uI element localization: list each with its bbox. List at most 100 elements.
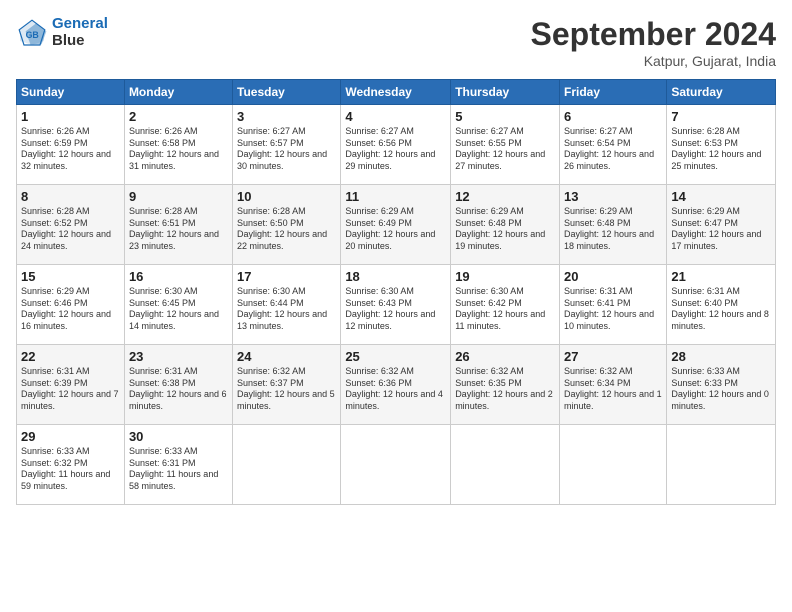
calendar-cell: 10 Sunrise: 6:28 AM Sunset: 6:50 PM Dayl… <box>233 185 341 265</box>
day-number: 24 <box>237 349 336 364</box>
calendar-cell <box>667 425 776 505</box>
calendar-header-tuesday: Tuesday <box>233 80 341 105</box>
day-number: 20 <box>564 269 662 284</box>
calendar-cell: 4 Sunrise: 6:27 AM Sunset: 6:56 PM Dayli… <box>341 105 451 185</box>
calendar-cell: 17 Sunrise: 6:30 AM Sunset: 6:44 PM Dayl… <box>233 265 341 345</box>
calendar-cell: 11 Sunrise: 6:29 AM Sunset: 6:49 PM Dayl… <box>341 185 451 265</box>
svg-text:GB: GB <box>26 29 39 39</box>
day-info: Sunrise: 6:33 AM Sunset: 6:31 PM Dayligh… <box>129 446 228 493</box>
day-info: Sunrise: 6:28 AM Sunset: 6:50 PM Dayligh… <box>237 206 336 253</box>
calendar-header-monday: Monday <box>124 80 232 105</box>
day-info: Sunrise: 6:27 AM Sunset: 6:57 PM Dayligh… <box>237 126 336 173</box>
calendar-cell: 9 Sunrise: 6:28 AM Sunset: 6:51 PM Dayli… <box>124 185 232 265</box>
day-info: Sunrise: 6:33 AM Sunset: 6:32 PM Dayligh… <box>21 446 120 493</box>
logo-icon: GB <box>16 17 48 49</box>
calendar-cell: 24 Sunrise: 6:32 AM Sunset: 6:37 PM Dayl… <box>233 345 341 425</box>
logo-text1: General <box>52 15 108 32</box>
day-info: Sunrise: 6:29 AM Sunset: 6:46 PM Dayligh… <box>21 286 120 333</box>
calendar-week-row: 8 Sunrise: 6:28 AM Sunset: 6:52 PM Dayli… <box>17 185 776 265</box>
calendar-cell: 26 Sunrise: 6:32 AM Sunset: 6:35 PM Dayl… <box>451 345 560 425</box>
day-number: 17 <box>237 269 336 284</box>
day-info: Sunrise: 6:28 AM Sunset: 6:53 PM Dayligh… <box>671 126 771 173</box>
day-info: Sunrise: 6:26 AM Sunset: 6:58 PM Dayligh… <box>129 126 228 173</box>
day-number: 9 <box>129 189 228 204</box>
day-info: Sunrise: 6:32 AM Sunset: 6:37 PM Dayligh… <box>237 366 336 413</box>
day-info: Sunrise: 6:32 AM Sunset: 6:35 PM Dayligh… <box>455 366 555 413</box>
calendar: SundayMondayTuesdayWednesdayThursdayFrid… <box>16 79 776 505</box>
calendar-cell: 30 Sunrise: 6:33 AM Sunset: 6:31 PM Dayl… <box>124 425 232 505</box>
calendar-week-row: 22 Sunrise: 6:31 AM Sunset: 6:39 PM Dayl… <box>17 345 776 425</box>
day-info: Sunrise: 6:32 AM Sunset: 6:36 PM Dayligh… <box>345 366 446 413</box>
calendar-cell <box>233 425 341 505</box>
day-number: 28 <box>671 349 771 364</box>
calendar-cell: 23 Sunrise: 6:31 AM Sunset: 6:38 PM Dayl… <box>124 345 232 425</box>
day-number: 19 <box>455 269 555 284</box>
calendar-cell: 16 Sunrise: 6:30 AM Sunset: 6:45 PM Dayl… <box>124 265 232 345</box>
day-info: Sunrise: 6:27 AM Sunset: 6:56 PM Dayligh… <box>345 126 446 173</box>
day-number: 22 <box>21 349 120 364</box>
day-info: Sunrise: 6:31 AM Sunset: 6:40 PM Dayligh… <box>671 286 771 333</box>
calendar-cell: 12 Sunrise: 6:29 AM Sunset: 6:48 PM Dayl… <box>451 185 560 265</box>
day-number: 30 <box>129 429 228 444</box>
day-number: 2 <box>129 109 228 124</box>
calendar-cell: 19 Sunrise: 6:30 AM Sunset: 6:42 PM Dayl… <box>451 265 560 345</box>
logo-text2: Blue <box>52 32 85 49</box>
day-number: 21 <box>671 269 771 284</box>
calendar-header-friday: Friday <box>560 80 667 105</box>
day-info: Sunrise: 6:30 AM Sunset: 6:44 PM Dayligh… <box>237 286 336 333</box>
calendar-header-thursday: Thursday <box>451 80 560 105</box>
day-number: 29 <box>21 429 120 444</box>
calendar-cell: 22 Sunrise: 6:31 AM Sunset: 6:39 PM Dayl… <box>17 345 125 425</box>
day-number: 27 <box>564 349 662 364</box>
day-number: 14 <box>671 189 771 204</box>
calendar-header-row: SundayMondayTuesdayWednesdayThursdayFrid… <box>17 80 776 105</box>
day-info: Sunrise: 6:31 AM Sunset: 6:39 PM Dayligh… <box>21 366 120 413</box>
day-number: 6 <box>564 109 662 124</box>
day-info: Sunrise: 6:29 AM Sunset: 6:47 PM Dayligh… <box>671 206 771 253</box>
calendar-header-saturday: Saturday <box>667 80 776 105</box>
calendar-header-wednesday: Wednesday <box>341 80 451 105</box>
day-info: Sunrise: 6:29 AM Sunset: 6:48 PM Dayligh… <box>564 206 662 253</box>
day-number: 23 <box>129 349 228 364</box>
calendar-week-row: 15 Sunrise: 6:29 AM Sunset: 6:46 PM Dayl… <box>17 265 776 345</box>
day-info: Sunrise: 6:30 AM Sunset: 6:45 PM Dayligh… <box>129 286 228 333</box>
day-number: 13 <box>564 189 662 204</box>
day-info: Sunrise: 6:27 AM Sunset: 6:55 PM Dayligh… <box>455 126 555 173</box>
calendar-cell: 13 Sunrise: 6:29 AM Sunset: 6:48 PM Dayl… <box>560 185 667 265</box>
day-number: 18 <box>345 269 446 284</box>
title-block: September 2024 Katpur, Gujarat, India <box>531 16 776 69</box>
header: GB General Blue September 2024 Katpur, G… <box>16 16 776 69</box>
calendar-cell: 29 Sunrise: 6:33 AM Sunset: 6:32 PM Dayl… <box>17 425 125 505</box>
month-title: September 2024 <box>531 16 776 53</box>
calendar-cell <box>341 425 451 505</box>
calendar-cell <box>560 425 667 505</box>
day-info: Sunrise: 6:30 AM Sunset: 6:43 PM Dayligh… <box>345 286 446 333</box>
calendar-cell: 7 Sunrise: 6:28 AM Sunset: 6:53 PM Dayli… <box>667 105 776 185</box>
day-number: 11 <box>345 189 446 204</box>
day-number: 1 <box>21 109 120 124</box>
calendar-cell: 6 Sunrise: 6:27 AM Sunset: 6:54 PM Dayli… <box>560 105 667 185</box>
calendar-cell: 2 Sunrise: 6:26 AM Sunset: 6:58 PM Dayli… <box>124 105 232 185</box>
calendar-cell: 25 Sunrise: 6:32 AM Sunset: 6:36 PM Dayl… <box>341 345 451 425</box>
location: Katpur, Gujarat, India <box>531 53 776 69</box>
calendar-cell <box>451 425 560 505</box>
day-number: 8 <box>21 189 120 204</box>
calendar-cell: 5 Sunrise: 6:27 AM Sunset: 6:55 PM Dayli… <box>451 105 560 185</box>
day-number: 26 <box>455 349 555 364</box>
logo: GB General Blue <box>16 16 108 49</box>
calendar-cell: 1 Sunrise: 6:26 AM Sunset: 6:59 PM Dayli… <box>17 105 125 185</box>
day-number: 15 <box>21 269 120 284</box>
calendar-cell: 27 Sunrise: 6:32 AM Sunset: 6:34 PM Dayl… <box>560 345 667 425</box>
calendar-cell: 3 Sunrise: 6:27 AM Sunset: 6:57 PM Dayli… <box>233 105 341 185</box>
calendar-week-row: 1 Sunrise: 6:26 AM Sunset: 6:59 PM Dayli… <box>17 105 776 185</box>
day-number: 25 <box>345 349 446 364</box>
day-number: 10 <box>237 189 336 204</box>
calendar-cell: 20 Sunrise: 6:31 AM Sunset: 6:41 PM Dayl… <box>560 265 667 345</box>
calendar-week-row: 29 Sunrise: 6:33 AM Sunset: 6:32 PM Dayl… <box>17 425 776 505</box>
calendar-cell: 21 Sunrise: 6:31 AM Sunset: 6:40 PM Dayl… <box>667 265 776 345</box>
calendar-cell: 8 Sunrise: 6:28 AM Sunset: 6:52 PM Dayli… <box>17 185 125 265</box>
page: GB General Blue September 2024 Katpur, G… <box>0 0 792 612</box>
day-info: Sunrise: 6:29 AM Sunset: 6:49 PM Dayligh… <box>345 206 446 253</box>
day-info: Sunrise: 6:28 AM Sunset: 6:51 PM Dayligh… <box>129 206 228 253</box>
day-info: Sunrise: 6:27 AM Sunset: 6:54 PM Dayligh… <box>564 126 662 173</box>
